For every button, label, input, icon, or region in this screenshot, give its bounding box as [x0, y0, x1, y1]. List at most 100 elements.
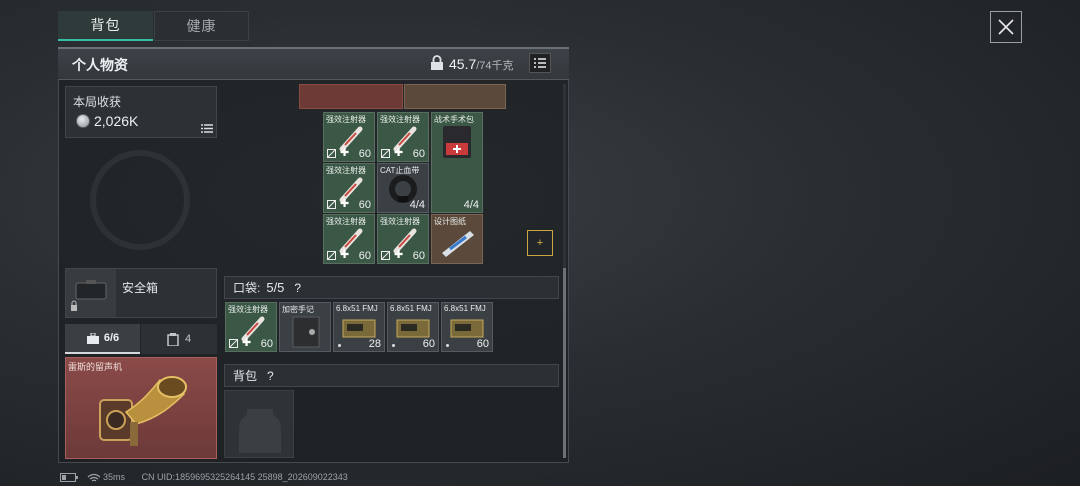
surgery-kit-icon — [443, 126, 471, 158]
coin-icon — [76, 114, 90, 128]
details-list-icon[interactable] — [201, 124, 213, 133]
backpack-outline-icon — [239, 409, 281, 453]
battery-icon — [60, 473, 78, 483]
item-name: 6.8x51 FMJ — [390, 304, 432, 313]
status-bar: 35ms CN UID:1859695325264145 25898_20260… — [60, 472, 348, 483]
phonograph-icon — [99, 376, 187, 446]
pocket-count: 5/5 — [266, 280, 285, 295]
tab-cards[interactable]: 4 — [141, 324, 217, 354]
inventory-item[interactable]: 战术手术包 4/4 — [431, 112, 483, 213]
no-stack-icon — [327, 149, 336, 158]
ammo-dot-icon — [392, 344, 395, 347]
item-name: 强效注射器 — [326, 115, 366, 124]
inventory-item[interactable]: 6.8x51 FMJ 60 — [387, 302, 439, 352]
inventory-item[interactable]: ✚ 强效注射器 60 — [323, 163, 375, 213]
safe-box-label: 安全箱 — [122, 281, 159, 295]
item-name: 设计图纸 — [434, 217, 466, 226]
item-value: 60 — [260, 338, 273, 350]
inventory-item[interactable]: 设计图纸 — [431, 214, 483, 264]
no-stack-icon — [327, 251, 336, 260]
heal-plus-icon: ✚ — [340, 198, 350, 210]
lock-icon — [431, 55, 443, 70]
pocket-label: 口袋: — [233, 281, 261, 295]
item-partial-top-right[interactable] — [404, 84, 506, 109]
scrollbar-thumb[interactable] — [563, 268, 566, 458]
tools-count: 6/6 — [103, 332, 120, 344]
inventory-item[interactable]: ✚ 强效注射器 60 — [323, 214, 375, 264]
item-name: 强效注射器 — [326, 217, 366, 226]
wifi-icon — [87, 473, 100, 482]
no-stack-icon — [381, 149, 390, 158]
inventory-item[interactable]: ✚ 强效注射器 60 — [323, 112, 375, 162]
list-icon — [534, 58, 546, 68]
uid-readout: CN UID:1859695325264145 25898_2026090223… — [141, 472, 348, 482]
encrypted-notebook-icon — [292, 316, 320, 348]
ammo-dot-icon — [446, 344, 449, 347]
inventory-item[interactable]: 6.8x51 FMJ 60 — [441, 302, 493, 352]
backpack-section-label: 背包 — [233, 369, 258, 383]
harvest-label: 本局收获 — [73, 95, 122, 109]
blueprint-icon — [442, 231, 474, 257]
pocket-help-button[interactable]: ? — [294, 281, 301, 295]
pocket-section-header: 口袋: 5/5 ? — [224, 276, 559, 299]
item-value: 60 — [422, 338, 435, 350]
item-value: 60 — [412, 148, 425, 160]
safe-box-image — [66, 269, 116, 317]
ammo-dot-icon — [338, 344, 341, 347]
inventory-item[interactable]: 6.8x51 FMJ 28 — [333, 302, 385, 352]
card-icon — [167, 332, 179, 346]
close-icon — [998, 19, 1014, 35]
panel-title: 个人物资 — [72, 57, 128, 73]
heal-plus-icon: ✚ — [340, 249, 350, 261]
item-name: 6.8x51 FMJ — [444, 304, 486, 313]
item-value: 60 — [358, 199, 371, 211]
item-name: 强效注射器 — [380, 217, 420, 226]
heal-plus-icon: ✚ — [394, 147, 404, 159]
no-stack-icon — [381, 251, 390, 260]
ammo-box-icon — [342, 319, 376, 338]
heal-plus-icon: ✚ — [242, 337, 252, 349]
no-stack-icon — [327, 200, 336, 209]
safe-case-icon — [71, 280, 107, 311]
item-name: 强效注射器 — [228, 305, 268, 314]
item-name: 6.8x51 FMJ — [336, 304, 378, 313]
ammo-box-icon — [450, 319, 484, 338]
item-value: 28 — [368, 338, 381, 350]
item-value: 4/4 — [409, 199, 425, 211]
item-name: CAT止血带 — [380, 166, 420, 175]
item-value: 60 — [358, 250, 371, 262]
item-value: 60 — [412, 250, 425, 262]
heal-plus-icon: ✚ — [340, 147, 350, 159]
backpack-section-header: 背包 ? — [224, 364, 559, 387]
item-name: 强效注射器 — [380, 115, 420, 124]
harvest-value: 2,026K — [94, 113, 139, 129]
expand-slot-button[interactable]: + — [527, 230, 553, 256]
tab-tools[interactable]: 6/6 — [65, 324, 140, 354]
inventory-item[interactable]: ✚ 强效注射器 60 — [225, 302, 277, 352]
tab-backpack[interactable]: 背包 — [58, 11, 153, 41]
heal-plus-icon: ✚ — [394, 249, 404, 261]
weight-readout: 45.7/74千克 — [449, 56, 514, 72]
inventory-item[interactable]: 加密手记 — [279, 302, 331, 352]
item-name: 战术手术包 — [434, 115, 474, 124]
backpack-help-button[interactable]: ? — [267, 369, 274, 383]
backpack-slot[interactable] — [224, 390, 294, 458]
no-stack-icon — [229, 339, 238, 348]
inventory-item[interactable]: ✚ 强效注射器 60 — [377, 214, 429, 264]
item-partial-top-left[interactable] — [299, 84, 403, 109]
toolbox-icon — [86, 332, 99, 344]
tab-health[interactable]: 健康 — [154, 11, 249, 41]
faction-emblem — [90, 150, 190, 250]
sort-list-button[interactable] — [529, 53, 551, 73]
inventory-item[interactable]: ✚ 强效注射器 60 — [377, 112, 429, 162]
item-value: 4/4 — [463, 199, 479, 211]
inventory-item[interactable]: CAT止血带 4/4 — [377, 163, 429, 213]
cards-count: 4 — [184, 333, 192, 345]
ammo-box-icon — [396, 319, 430, 338]
item-name: 加密手记 — [282, 305, 314, 314]
close-button[interactable] — [990, 11, 1022, 43]
item-value: 60 — [358, 148, 371, 160]
ping-readout: 35ms — [103, 472, 126, 482]
item-name: 强效注射器 — [326, 166, 366, 175]
item-value: 60 — [476, 338, 489, 350]
